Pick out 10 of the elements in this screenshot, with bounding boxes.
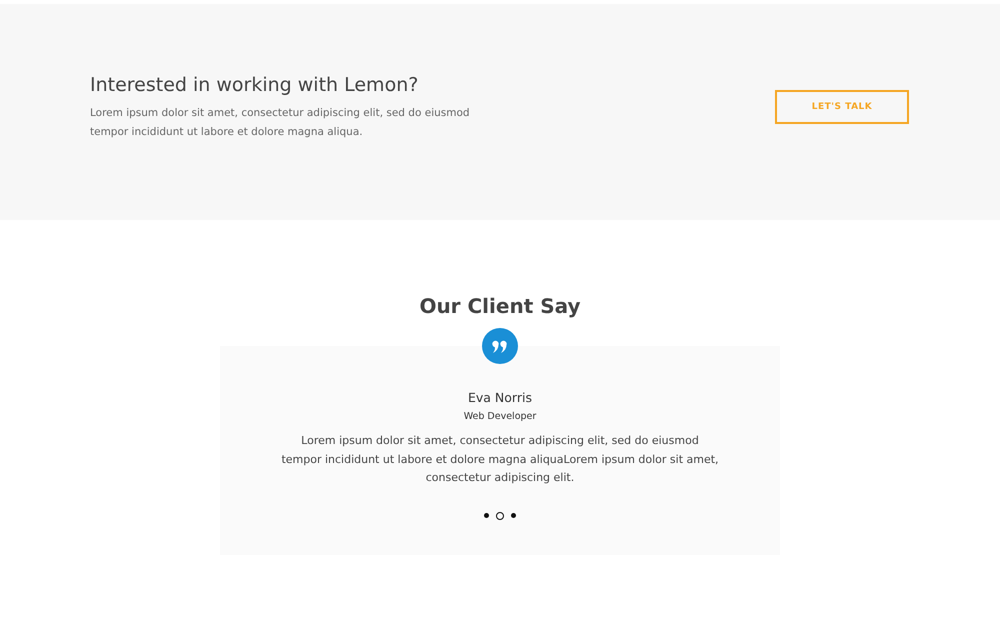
- slider-dot[interactable]: [484, 513, 489, 518]
- client-name: Eva Norris: [468, 390, 532, 405]
- slider-dot[interactable]: [496, 512, 504, 520]
- client-role: Web Developer: [464, 411, 536, 422]
- lets-talk-button[interactable]: LET'S TALK: [775, 90, 909, 124]
- cta-text: Lorem ipsum dolor sit amet, consectetur adipiscing elit, sed do eiusmod tempor incididunt ut labore et dolore magna aliqua.: [90, 106, 471, 140]
- testimonial-text: Lorem ipsum dolor sit amet, consectetur adipiscing elit, sed do eiusmod tempor incididunt ut labore et dolore magna aliquaLorem ipsum dolor sit amet, consectetur adipiscing elit.: [280, 433, 720, 486]
- section-title: Our Client Say: [419, 294, 581, 318]
- cta-title: Interested in working with Lemon?: [90, 74, 420, 96]
- slider-dot[interactable]: [511, 513, 516, 518]
